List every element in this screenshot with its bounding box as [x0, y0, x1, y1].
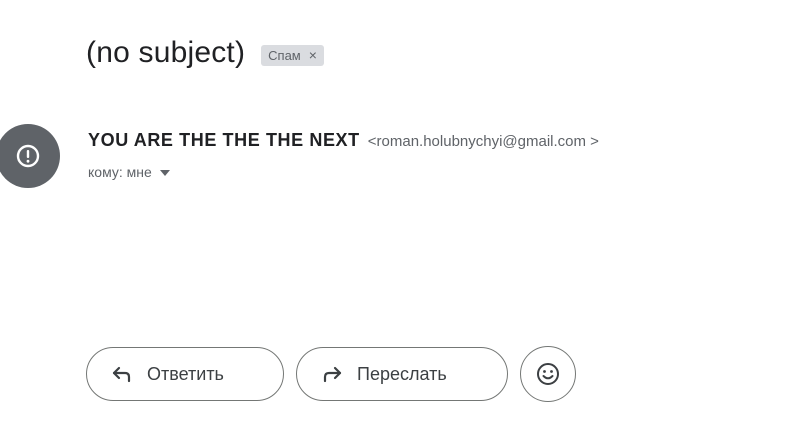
email-actions: Ответить Переслать	[86, 346, 576, 402]
spam-label-chip[interactable]: Спам ×	[261, 44, 324, 66]
sender-avatar[interactable]	[0, 124, 60, 188]
forward-arrow-icon	[321, 365, 343, 383]
spam-label-text: Спам	[268, 47, 301, 63]
sender-email: <roman.holubnychyi@gmail.com >	[367, 133, 599, 150]
forward-button[interactable]: Переслать	[296, 347, 508, 401]
reply-button[interactable]: Ответить	[86, 347, 284, 401]
add-reaction-button[interactable]	[520, 346, 576, 402]
reply-arrow-icon	[111, 365, 133, 383]
email-subject: (no subject)	[86, 36, 246, 69]
recipient-details-dropdown-icon[interactable]	[159, 170, 170, 176]
subject-row: (no subject) Спам ×	[86, 36, 324, 70]
recipient-text: кому: мне	[88, 164, 152, 180]
reply-label: Ответить	[147, 363, 224, 384]
email-view: (no subject) Спам × YOU ARE THE THE THE …	[0, 0, 800, 432]
sender-row: YOU ARE THE THE THE NEXT <roman.holubnyc…	[88, 130, 599, 151]
smiley-icon	[535, 361, 561, 387]
sender-name[interactable]: YOU ARE THE THE THE NEXT	[88, 130, 360, 151]
warning-exclamation-icon	[15, 143, 41, 169]
forward-label: Переслать	[357, 363, 447, 384]
recipient-row: кому: мне	[88, 164, 170, 180]
remove-label-close-icon[interactable]: ×	[309, 48, 317, 62]
